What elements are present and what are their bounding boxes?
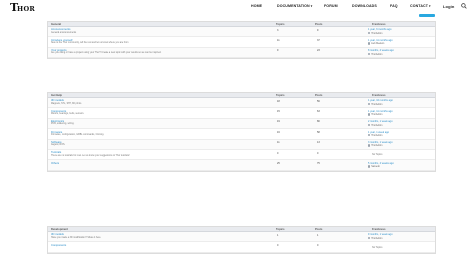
forum-row: Others 25 75 5 months, 4 weeks ago Samed… bbox=[48, 160, 435, 171]
forum-description: General announcements bbox=[51, 31, 77, 34]
forum-row: Tutorials There are no tutorials for now… bbox=[48, 150, 435, 161]
posts-header: Posts bbox=[315, 228, 323, 231]
topic-count: 9 bbox=[277, 49, 279, 53]
post-count: 58 bbox=[317, 130, 320, 134]
forum-row: Components Motors, bearings, belts, sens… bbox=[48, 108, 435, 119]
forum-description: There are no tutorials for now. Let us k… bbox=[51, 154, 130, 157]
posts-header: Posts bbox=[315, 94, 323, 97]
freshness-header: Freshness bbox=[372, 94, 386, 97]
forum-link[interactable]: Components bbox=[51, 244, 66, 247]
freshness-user[interactable]: ThorAdmin bbox=[368, 123, 382, 126]
forum-row: Components 0 0 No Topics bbox=[48, 242, 435, 253]
post-count: 13 bbox=[317, 141, 320, 145]
freshness-user[interactable]: ThorAdmin bbox=[368, 236, 382, 240]
chevron-down-icon: ▾ bbox=[310, 4, 313, 8]
post-count: 0 bbox=[317, 151, 319, 155]
topic-count: 1 bbox=[277, 233, 279, 237]
freshness-header: Freshness bbox=[372, 228, 386, 231]
search-icon[interactable] bbox=[461, 3, 467, 9]
topic-count: 11 bbox=[277, 141, 280, 145]
freshness-user[interactable]: ThorAdmin bbox=[368, 113, 382, 116]
freshness-user[interactable]: ThorAdmin bbox=[368, 31, 382, 35]
nav-contact[interactable]: CONTACT▾ bbox=[410, 4, 431, 8]
topic-count: 25 bbox=[277, 161, 280, 165]
freshness-user[interactable]: Samedo bbox=[368, 165, 380, 168]
topic-count: 11 bbox=[277, 38, 280, 42]
freshness-user[interactable]: Lieb Meekon bbox=[368, 42, 384, 45]
forum-description: PCB, soldering, wiring. bbox=[51, 123, 75, 126]
forum-description: New to the Thor community, tell the rest… bbox=[51, 41, 129, 44]
posts-header: Posts bbox=[315, 23, 323, 26]
topics-header: Topics bbox=[276, 228, 285, 231]
post-count: 75 bbox=[317, 161, 320, 165]
topic-count: 3 bbox=[277, 28, 279, 32]
topic-count: 0 bbox=[277, 243, 279, 247]
forum-description: Asgard, ROS. bbox=[51, 144, 66, 147]
nav-forum[interactable]: FORUM bbox=[324, 4, 338, 8]
site-header: T HOR HOME DOCUMENTATION▾ FORUM DOWNLOAD… bbox=[0, 0, 474, 16]
forum-description: Have you made a 3D modification? Share i… bbox=[51, 236, 102, 239]
forum-description: Firmware, configuration, GRBL commands, … bbox=[51, 133, 105, 136]
nav-login[interactable]: Login bbox=[443, 4, 454, 9]
topic-count: 15 bbox=[277, 109, 280, 113]
freshness-user[interactable]: ThorAdmin bbox=[368, 133, 382, 137]
forum-row: Your projects Are you doing or have a pr… bbox=[48, 47, 435, 59]
post-count: 56 bbox=[317, 99, 320, 103]
post-count: 23 bbox=[317, 49, 320, 53]
no-topics-label: No Topics bbox=[372, 153, 383, 157]
topics-header: Topics bbox=[276, 23, 285, 26]
chevron-down-icon: ▾ bbox=[429, 4, 431, 8]
forum-section-general: General Topics Posts Freshness Announcem… bbox=[47, 21, 436, 60]
nav-documentation[interactable]: DOCUMENTATION▾ bbox=[277, 4, 312, 8]
freshness-user[interactable]: ThorAdmin bbox=[368, 102, 382, 106]
forum-row: 3D models Have you made a 3D modificatio… bbox=[48, 232, 435, 243]
forum-section-development: Development Topics Posts Freshness 3D mo… bbox=[47, 226, 436, 254]
freshness-header: Freshness bbox=[372, 23, 386, 26]
post-count: 1 bbox=[317, 233, 319, 237]
forum-row: 3D models Magnets, STL, STP, 3D prints. … bbox=[48, 98, 435, 109]
section-title: Get Help bbox=[51, 94, 63, 97]
forum-description: Are you doing or have a project using yo… bbox=[51, 52, 162, 55]
post-count: 63 bbox=[317, 109, 320, 113]
post-count: 9 bbox=[317, 28, 319, 32]
nav-faq[interactable]: FAQ bbox=[390, 4, 398, 8]
forum-row: Introduce yourself New to the Thor commu… bbox=[48, 37, 435, 48]
topic-count: 16 bbox=[277, 130, 280, 134]
nav-downloads[interactable]: DOWNLOADS bbox=[352, 4, 377, 8]
section-title: Development bbox=[51, 228, 68, 231]
nav-home[interactable]: HOME bbox=[251, 4, 262, 8]
forum-row: Firmware Firmware, configuration, GRBL c… bbox=[48, 129, 435, 140]
post-count: 0 bbox=[317, 243, 319, 247]
forum-row: Software Asgard, ROS. 11 13 3 months, 1 … bbox=[48, 139, 435, 150]
topic-count: 19 bbox=[277, 120, 280, 124]
forum-description: Motors, bearings, belts, sensors. bbox=[51, 112, 85, 115]
topic-count: 0 bbox=[277, 151, 279, 155]
forum-row: Announcements General announcements 3 9 … bbox=[48, 27, 435, 38]
topic-count: 18 bbox=[277, 99, 280, 103]
post-count: 37 bbox=[317, 38, 320, 42]
forum-row: Electronics PCB, soldering, wiring. 19 8… bbox=[48, 118, 435, 130]
forum-description: Magnets, STL, STP, 3D prints. bbox=[51, 102, 82, 105]
no-topics-label: No Topics bbox=[372, 245, 383, 249]
forum-link[interactable]: Others bbox=[51, 162, 59, 165]
freshness-user[interactable]: ThorAdmin bbox=[368, 144, 382, 147]
section-title: General bbox=[51, 23, 62, 26]
new-topic-button[interactable] bbox=[419, 14, 435, 17]
post-count: 80 bbox=[317, 120, 320, 124]
freshness-user[interactable]: ThorAdmin bbox=[368, 52, 382, 55]
main-nav: HOME DOCUMENTATION▾ FORUM DOWNLOADS FAQ … bbox=[0, 4, 474, 12]
topics-header: Topics bbox=[276, 94, 285, 97]
forum-section-get-help: Get Help Topics Posts Freshness 3D model… bbox=[47, 92, 436, 172]
